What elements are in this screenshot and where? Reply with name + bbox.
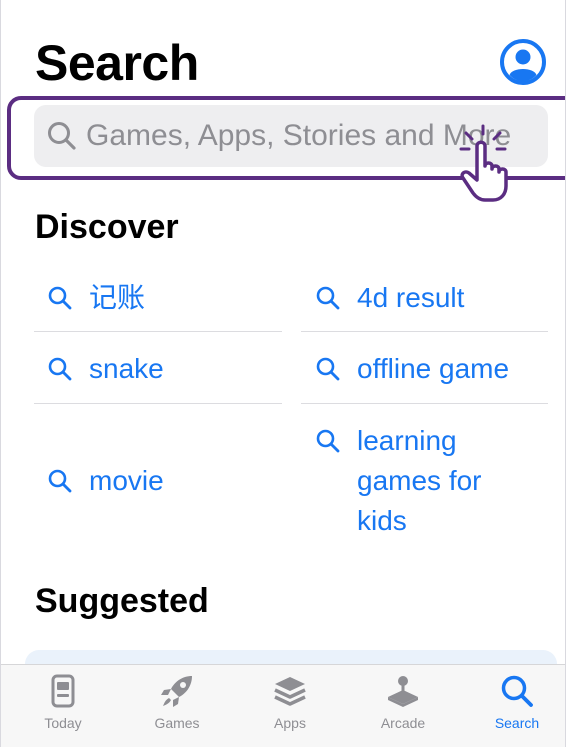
tab-arcade[interactable]: Arcade [353, 673, 453, 731]
search-icon [48, 286, 72, 310]
discover-item[interactable]: snake [47, 349, 164, 389]
tab-today[interactable]: Today [13, 673, 113, 731]
rocket-icon [161, 676, 192, 707]
tab-label: Arcade [380, 715, 426, 731]
discover-item[interactable]: 4d result [315, 278, 464, 318]
tab-apps[interactable]: Apps [240, 673, 340, 731]
search-icon [501, 675, 533, 707]
divider [34, 403, 282, 404]
discover-item-label: snake [89, 353, 164, 384]
discover-item-label: 4d result [357, 282, 465, 313]
search-icon [316, 357, 340, 381]
search-icon [48, 469, 72, 493]
suggested-title: Suggested [35, 582, 209, 620]
search-icon [316, 286, 340, 310]
divider [34, 331, 282, 332]
search-icon [316, 429, 340, 453]
tab-label: Search [494, 715, 540, 731]
divider [301, 403, 548, 404]
discover-item-label: movie [89, 465, 164, 496]
search-icon [48, 357, 72, 381]
discover-item-label: offline game [357, 353, 510, 384]
tab-label: Today [44, 715, 82, 731]
discover-item[interactable]: offline game [315, 349, 509, 389]
discover-item[interactable]: 记账 [47, 278, 145, 318]
tab-label: Apps [274, 715, 306, 731]
pointer-hand-icon [459, 124, 508, 202]
today-icon [51, 674, 75, 708]
tab-label: Games [154, 715, 200, 731]
discover-item-label: 记账 [89, 282, 146, 313]
app-store-search-screen: Search Games, Apps, Stories and More Dis… [0, 0, 566, 747]
tab-bar: Today Games Apps Arcade Search [1, 664, 565, 747]
divider [301, 331, 548, 332]
discover-item[interactable]: movie [47, 461, 164, 501]
discover-title: Discover [35, 208, 179, 246]
account-button[interactable] [499, 38, 547, 86]
layers-icon [274, 677, 306, 706]
tab-search[interactable]: Search [467, 673, 565, 731]
discover-item-label: learning games for kids [357, 425, 482, 536]
page-title: Search [35, 35, 199, 91]
discover-item[interactable]: learning games for kids [315, 421, 535, 541]
account-icon [500, 39, 546, 85]
joystick-icon [388, 676, 418, 707]
tab-games[interactable]: Games [127, 673, 227, 731]
